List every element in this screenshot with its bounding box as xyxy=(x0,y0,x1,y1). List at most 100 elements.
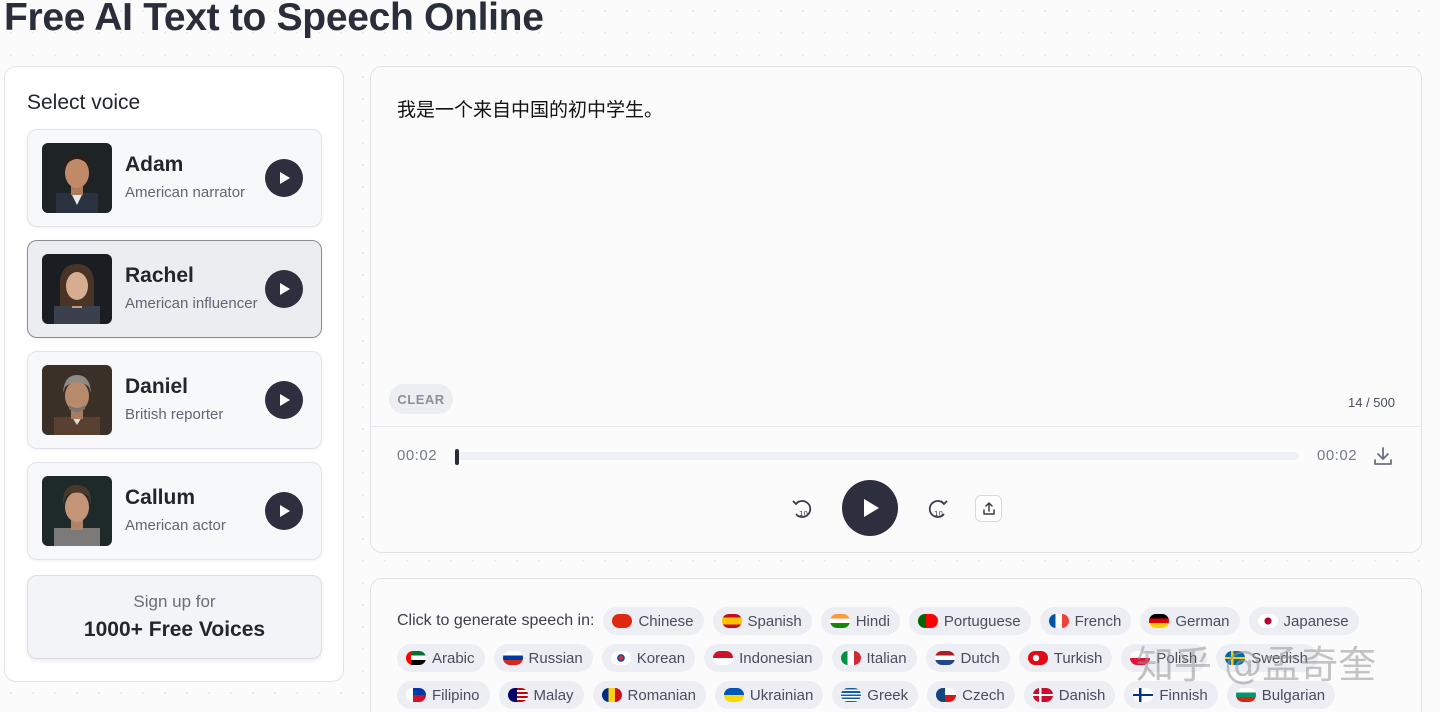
editor-panel: 我是一个来自中国的初中学生。 CLEAR 14 / 500 00:02 00:0… xyxy=(370,66,1422,553)
language-chip-czech[interactable]: Czech xyxy=(927,681,1015,709)
language-label: Spanish xyxy=(747,612,802,630)
voice-panel: Select voice Adam American narrator Rach… xyxy=(4,66,344,682)
language-label: Italian xyxy=(866,649,907,667)
voice-play-button[interactable] xyxy=(265,270,303,308)
main-play-button[interactable] xyxy=(842,480,898,536)
avatar xyxy=(42,476,112,546)
language-label: Japanese xyxy=(1283,612,1349,630)
arabic-flag-icon xyxy=(406,651,426,665)
language-chip-indonesian[interactable]: Indonesian xyxy=(704,644,823,672)
language-label: Danish xyxy=(1058,686,1106,704)
language-label: Arabic xyxy=(432,649,475,667)
voice-description: American influencer xyxy=(125,295,258,312)
avatar xyxy=(42,254,112,324)
play-icon xyxy=(280,172,290,184)
language-chip-chinese[interactable]: Chinese xyxy=(603,607,704,635)
voice-play-button[interactable] xyxy=(265,492,303,530)
voice-play-button[interactable] xyxy=(265,381,303,419)
language-label: Indonesian xyxy=(739,649,813,667)
download-icon xyxy=(1374,447,1392,465)
char-count: 14 / 500 xyxy=(1348,395,1395,410)
czech-flag-icon xyxy=(936,688,957,702)
language-chip-portuguese[interactable]: Portuguese xyxy=(908,607,1031,635)
voice-card-daniel[interactable]: Daniel British reporter xyxy=(27,351,322,449)
language-chip-japanese[interactable]: Japanese xyxy=(1248,607,1359,635)
progress-bar[interactable] xyxy=(455,449,1299,465)
language-label: Malay xyxy=(533,686,574,704)
language-chip-greek[interactable]: Greek xyxy=(832,681,919,709)
language-chip-romanian[interactable]: Romanian xyxy=(592,681,706,709)
clear-button[interactable]: CLEAR xyxy=(389,384,453,414)
japanese-flag-icon xyxy=(1257,614,1278,628)
language-label: Dutch xyxy=(960,649,1000,667)
voice-card-callum[interactable]: Callum American actor xyxy=(27,462,322,560)
download-button[interactable] xyxy=(1371,444,1395,468)
voice-name: Rachel xyxy=(125,264,194,287)
progress-thumb[interactable] xyxy=(455,449,459,465)
voice-name: Daniel xyxy=(125,375,189,398)
language-chip-finnish[interactable]: Finnish xyxy=(1124,681,1218,709)
dutch-flag-icon xyxy=(934,651,955,665)
language-label: Russian xyxy=(528,649,583,667)
language-chip-malay[interactable]: Malay xyxy=(498,681,584,709)
voice-card-adam[interactable]: Adam American narrator xyxy=(27,129,322,227)
italian-flag-icon xyxy=(840,651,861,665)
page-title: Free AI Text to Speech Online xyxy=(4,0,544,39)
language-label: Korean xyxy=(636,649,686,667)
forward-10-button[interactable]: 10 xyxy=(923,495,951,523)
play-icon xyxy=(864,499,879,517)
language-label: Czech xyxy=(962,686,1005,704)
rewind-10-icon: 10 xyxy=(792,500,812,518)
language-chip-russian[interactable]: Russian xyxy=(493,644,593,672)
share-button[interactable] xyxy=(975,495,1002,522)
malay-flag-icon xyxy=(507,688,528,702)
play-icon xyxy=(280,283,290,295)
language-label: Finnish xyxy=(1159,686,1208,704)
language-label: Greek xyxy=(867,686,909,704)
filipino-flag-icon xyxy=(406,688,426,702)
spanish-flag-icon xyxy=(721,614,742,628)
language-panel: Click to generate speech in: Chinese Span… xyxy=(370,578,1422,712)
language-chip-polish[interactable]: Polish xyxy=(1121,644,1208,672)
avatar xyxy=(42,143,112,213)
voice-panel-title: Select voice xyxy=(27,91,141,114)
language-chip-ukrainian[interactable]: Ukrainian xyxy=(714,681,824,709)
voice-card-rachel[interactable]: Rachel American influencer xyxy=(27,240,322,338)
voice-play-button[interactable] xyxy=(265,159,303,197)
portuguese-flag-icon xyxy=(917,614,938,628)
text-input[interactable]: 我是一个来自中国的初中学生。 xyxy=(397,95,1387,365)
language-chip-turkish[interactable]: Turkish xyxy=(1018,644,1113,672)
language-label: Filipino xyxy=(432,686,480,704)
rewind-10-button[interactable]: 10 xyxy=(789,495,817,523)
language-label: Portuguese xyxy=(943,612,1021,630)
language-chip-spanish[interactable]: Spanish xyxy=(712,607,812,635)
language-label: Swedish xyxy=(1251,649,1308,667)
language-chip-italian[interactable]: Italian xyxy=(831,644,917,672)
language-chip-swedish[interactable]: Swedish xyxy=(1216,644,1318,672)
language-label: Ukrainian xyxy=(749,686,814,704)
language-label: Polish xyxy=(1156,649,1198,667)
french-flag-icon xyxy=(1048,614,1069,628)
svg-text:10: 10 xyxy=(934,510,943,518)
language-chip-german[interactable]: German xyxy=(1140,607,1240,635)
language-chip-danish[interactable]: Danish xyxy=(1023,681,1116,709)
language-chip-bulgarian[interactable]: Bulgarian xyxy=(1226,681,1336,709)
language-chip-korean[interactable]: Korean xyxy=(601,644,696,672)
language-chip-hindi[interactable]: Hindi xyxy=(820,607,900,635)
voice-description: American actor xyxy=(125,517,226,534)
chinese-flag-icon xyxy=(612,614,633,628)
language-chip-arabic[interactable]: Arabic xyxy=(397,644,485,672)
duration: 00:02 xyxy=(1317,447,1358,464)
play-icon xyxy=(280,505,290,517)
language-label: German xyxy=(1175,612,1230,630)
signup-line1: Sign up for xyxy=(133,592,216,611)
signup-button[interactable]: Sign up for 1000+ Free Voices xyxy=(27,575,322,659)
language-chip-french[interactable]: French xyxy=(1039,607,1132,635)
indonesian-flag-icon xyxy=(713,651,734,665)
language-chip-filipino[interactable]: Filipino xyxy=(397,681,490,709)
voice-name: Callum xyxy=(125,486,196,509)
share-icon xyxy=(982,501,995,515)
hindi-flag-icon xyxy=(829,614,850,628)
language-chip-dutch[interactable]: Dutch xyxy=(925,644,1010,672)
language-prompt: Click to generate speech in: xyxy=(397,612,595,629)
